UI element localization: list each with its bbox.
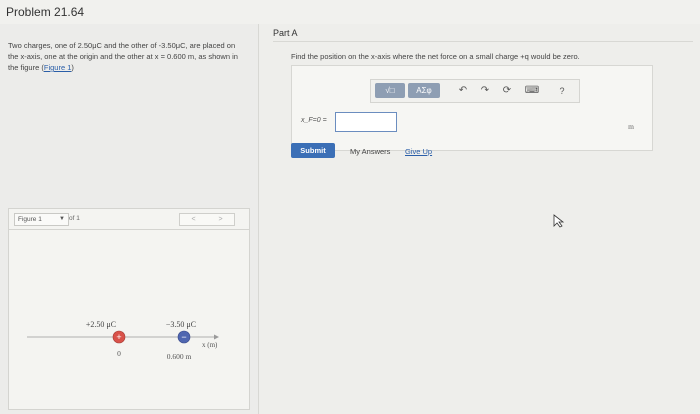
problem-text: Two charges, one of 2.50μC and the other… [8,41,238,72]
charge2-label: −3.50 μC [166,320,196,329]
answer-label: x_F=0 = [301,117,327,124]
question-text: Find the position on the x-axis where th… [291,52,580,61]
part-title: Part A [273,28,298,38]
part-divider [273,41,693,42]
axis-arrow-icon [214,334,219,340]
redo-icon[interactable]: ↷ [477,83,493,98]
figure-link[interactable]: Figure 1 [44,63,72,72]
positive-charge-sign: + [116,332,121,342]
help-icon[interactable]: ? [555,83,569,98]
answer-input[interactable] [335,112,397,132]
problem-title: Problem 21.64 [6,5,85,19]
math-toolbar: √□ ΑΣφ ↶ ↷ ⟳ ⌨ ? [370,79,580,103]
reset-icon[interactable]: ⟳ [499,83,515,98]
answer-box: √□ ΑΣφ ↶ ↷ ⟳ ⌨ ? x_F=0 = m [291,65,653,151]
problem-statement: Two charges, one of 2.50μC and the other… [8,40,246,73]
undo-icon[interactable]: ↶ [455,83,471,98]
problem-panel: Two charges, one of 2.50μC and the other… [0,24,259,414]
mouse-cursor-icon [553,214,565,228]
axis-label: x (m) [202,341,218,349]
symbols-button[interactable]: ΑΣφ [408,83,440,98]
give-up-link[interactable]: Give Up [405,147,432,156]
submit-button[interactable]: Submit [291,143,335,158]
templates-button[interactable]: √□ [375,83,405,98]
figure-panel: Figure 1 ▼ of 1 < > +2.50 μC −3.50 μC + … [8,208,250,410]
origin-label: 0 [117,349,121,358]
my-answers-link[interactable]: My Answers [350,147,390,156]
charge1-label: +2.50 μC [86,320,116,329]
position-label: 0.600 m [167,352,192,361]
problem-text-end: ) [71,63,74,72]
negative-charge-sign: − [181,332,186,342]
answer-unit: m [628,122,634,131]
answer-panel: Part A Find the position on the x-axis w… [259,24,700,414]
charge-diagram: +2.50 μC −3.50 μC + − x (m) 0 0.600 m [27,320,219,361]
top-bar: Problem 21.64 [0,0,700,25]
keyboard-icon[interactable]: ⌨ [523,83,541,98]
